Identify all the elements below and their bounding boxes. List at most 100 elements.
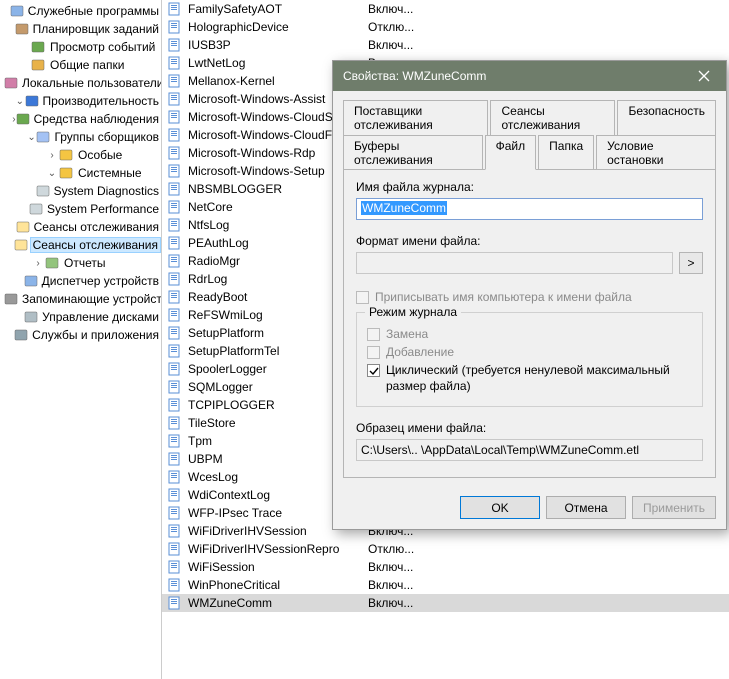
tree-item[interactable]: Сеансы отслеживания — [0, 218, 161, 236]
dialog-titlebar[interactable]: Свойства: WMZuneComm — [333, 61, 726, 91]
list-row[interactable]: IUSB3PВключ... — [162, 36, 729, 54]
document-icon — [166, 541, 184, 557]
document-icon — [166, 163, 184, 179]
tree-item[interactable]: ›Отчеты — [0, 254, 161, 272]
tree-item[interactable]: Диспетчер устройств — [0, 272, 161, 290]
checkbox-icon — [367, 346, 380, 359]
collectors-icon — [36, 129, 50, 145]
document-icon — [166, 505, 184, 521]
list-row[interactable]: HolographicDeviceОтклю... — [162, 18, 729, 36]
tree-item[interactable]: Планировщик заданий — [0, 20, 161, 38]
list-item-name: FamilySafetyAOT — [188, 2, 368, 16]
tree-item[interactable]: ⌄Системные — [0, 164, 161, 182]
log-mode-title: Режим журнала — [365, 305, 461, 319]
task-icon — [15, 21, 29, 37]
folder-blue-icon — [58, 165, 74, 181]
chevron-down-icon[interactable]: ⌄ — [15, 96, 24, 107]
format-display — [356, 252, 673, 274]
close-button[interactable] — [682, 61, 726, 91]
tree-item[interactable]: Запоминающие устройства — [0, 290, 161, 308]
tree-item-label: Служебные программы — [28, 4, 159, 18]
list-item-status: Включ... — [368, 596, 413, 610]
tab[interactable]: Сеансы отслеживания — [490, 100, 615, 135]
list-item-status: Отклю... — [368, 542, 414, 556]
mode-replace-checkbox: Замена — [367, 327, 692, 341]
format-label: Формат имени файла: — [356, 234, 703, 248]
dialog-title: Свойства: WMZuneComm — [343, 69, 682, 83]
list-item-name: IUSB3P — [188, 38, 368, 52]
chevron-right-icon[interactable]: › — [32, 258, 44, 269]
list-item-status: Включ... — [368, 38, 413, 52]
tab[interactable]: Файл — [485, 135, 537, 170]
list-item-name: WinPhoneCritical — [188, 578, 368, 592]
tree-item[interactable]: ⌄Производительность — [0, 92, 161, 110]
document-icon — [166, 415, 184, 431]
tree-item[interactable]: ⌄Группы сборщиков — [0, 128, 161, 146]
list-row[interactable]: WiFiSessionВключ... — [162, 558, 729, 576]
tree-item-label: Службы и приложения — [32, 328, 159, 342]
page-icon — [29, 201, 43, 217]
tab-strip: Поставщики отслеживанияСеансы отслеживан… — [343, 99, 716, 169]
monitor-icon — [16, 111, 30, 127]
list-item-name: HolographicDevice — [188, 20, 368, 34]
list-item-status: Включ... — [368, 2, 413, 16]
document-icon — [166, 37, 184, 53]
nav-tree[interactable]: Служебные программы Планировщик заданий Пр… — [0, 0, 162, 679]
tree-item[interactable]: System Performance — [0, 200, 161, 218]
list-row[interactable]: FamilySafetyAOTВключ... — [162, 0, 729, 18]
document-icon — [166, 217, 184, 233]
tab[interactable]: Папка — [538, 135, 594, 170]
tree-item[interactable]: System Diagnostics — [0, 182, 161, 200]
list-item-status: Включ... — [368, 578, 413, 592]
apply-button[interactable]: Применить — [632, 496, 716, 519]
tree-item[interactable]: Общие папки — [0, 56, 161, 74]
shared-icon — [30, 57, 46, 73]
tab-page-file: Имя файла журнала: WMZuneComm /* select … — [343, 169, 716, 478]
document-icon — [166, 523, 184, 539]
document-icon — [166, 145, 184, 161]
tree-item-label: Планировщик заданий — [33, 22, 159, 36]
ok-button[interactable]: OK — [460, 496, 540, 519]
log-mode-group: Режим журнала Замена Добавление Цикличес… — [356, 312, 703, 407]
checkbox-icon — [356, 291, 369, 304]
tree-item[interactable]: ›Средства наблюдения — [0, 110, 161, 128]
mode-cyclic-label: Циклический (требуется ненулевой максима… — [386, 363, 692, 394]
mode-cyclic-checkbox[interactable]: Циклический (требуется ненулевой максима… — [367, 363, 692, 394]
dialog-button-row: OK Отмена Применить — [333, 488, 726, 529]
tree-item-label: Запоминающие устройства — [22, 292, 162, 306]
tree-item[interactable]: Просмотр событий — [0, 38, 161, 56]
tree-item-label: Средства наблюдения — [34, 112, 159, 126]
checkbox-checked-icon — [367, 364, 380, 377]
document-icon — [166, 289, 184, 305]
tree-item[interactable]: Служебные программы — [0, 2, 161, 20]
document-icon — [166, 361, 184, 377]
tab[interactable]: Условие остановки — [596, 135, 716, 170]
tree-item[interactable]: Локальные пользователи — [0, 74, 161, 92]
tree-item[interactable]: Сеансы отслеживания — [0, 236, 161, 254]
tree-item-label: Особые — [78, 148, 122, 162]
list-row[interactable]: WiFiDriverIHVSessionReproОтклю... — [162, 540, 729, 558]
format-menu-button[interactable]: > — [679, 252, 703, 274]
document-icon — [166, 379, 184, 395]
mode-append-checkbox: Добавление — [367, 345, 692, 359]
tree-item-label: Просмотр событий — [50, 40, 155, 54]
tab[interactable]: Буферы отслеживания — [343, 135, 483, 170]
chevron-down-icon[interactable]: ⌄ — [27, 132, 37, 143]
tree-item[interactable]: › Особые — [0, 146, 161, 164]
chevron-right-icon[interactable]: › — [46, 150, 58, 161]
list-row[interactable]: WMZuneCommВключ... — [162, 594, 729, 612]
device-icon — [24, 273, 38, 289]
tab[interactable]: Поставщики отслеживания — [343, 100, 488, 135]
chevron-down-icon[interactable]: ⌄ — [46, 168, 58, 179]
filename-input[interactable] — [356, 198, 703, 220]
document-icon — [166, 91, 184, 107]
document-icon — [166, 181, 184, 197]
disk-icon — [24, 309, 38, 325]
tree-item[interactable]: Службы и приложения — [0, 326, 161, 344]
tree-item[interactable]: Управление дисками — [0, 308, 161, 326]
tab[interactable]: Безопасность — [617, 100, 716, 135]
cancel-button[interactable]: Отмена — [546, 496, 626, 519]
checkbox-icon — [367, 328, 380, 341]
list-row[interactable]: WinPhoneCriticalВключ... — [162, 576, 729, 594]
list-item-name: WiFiDriverIHVSessionRepro — [188, 542, 368, 556]
